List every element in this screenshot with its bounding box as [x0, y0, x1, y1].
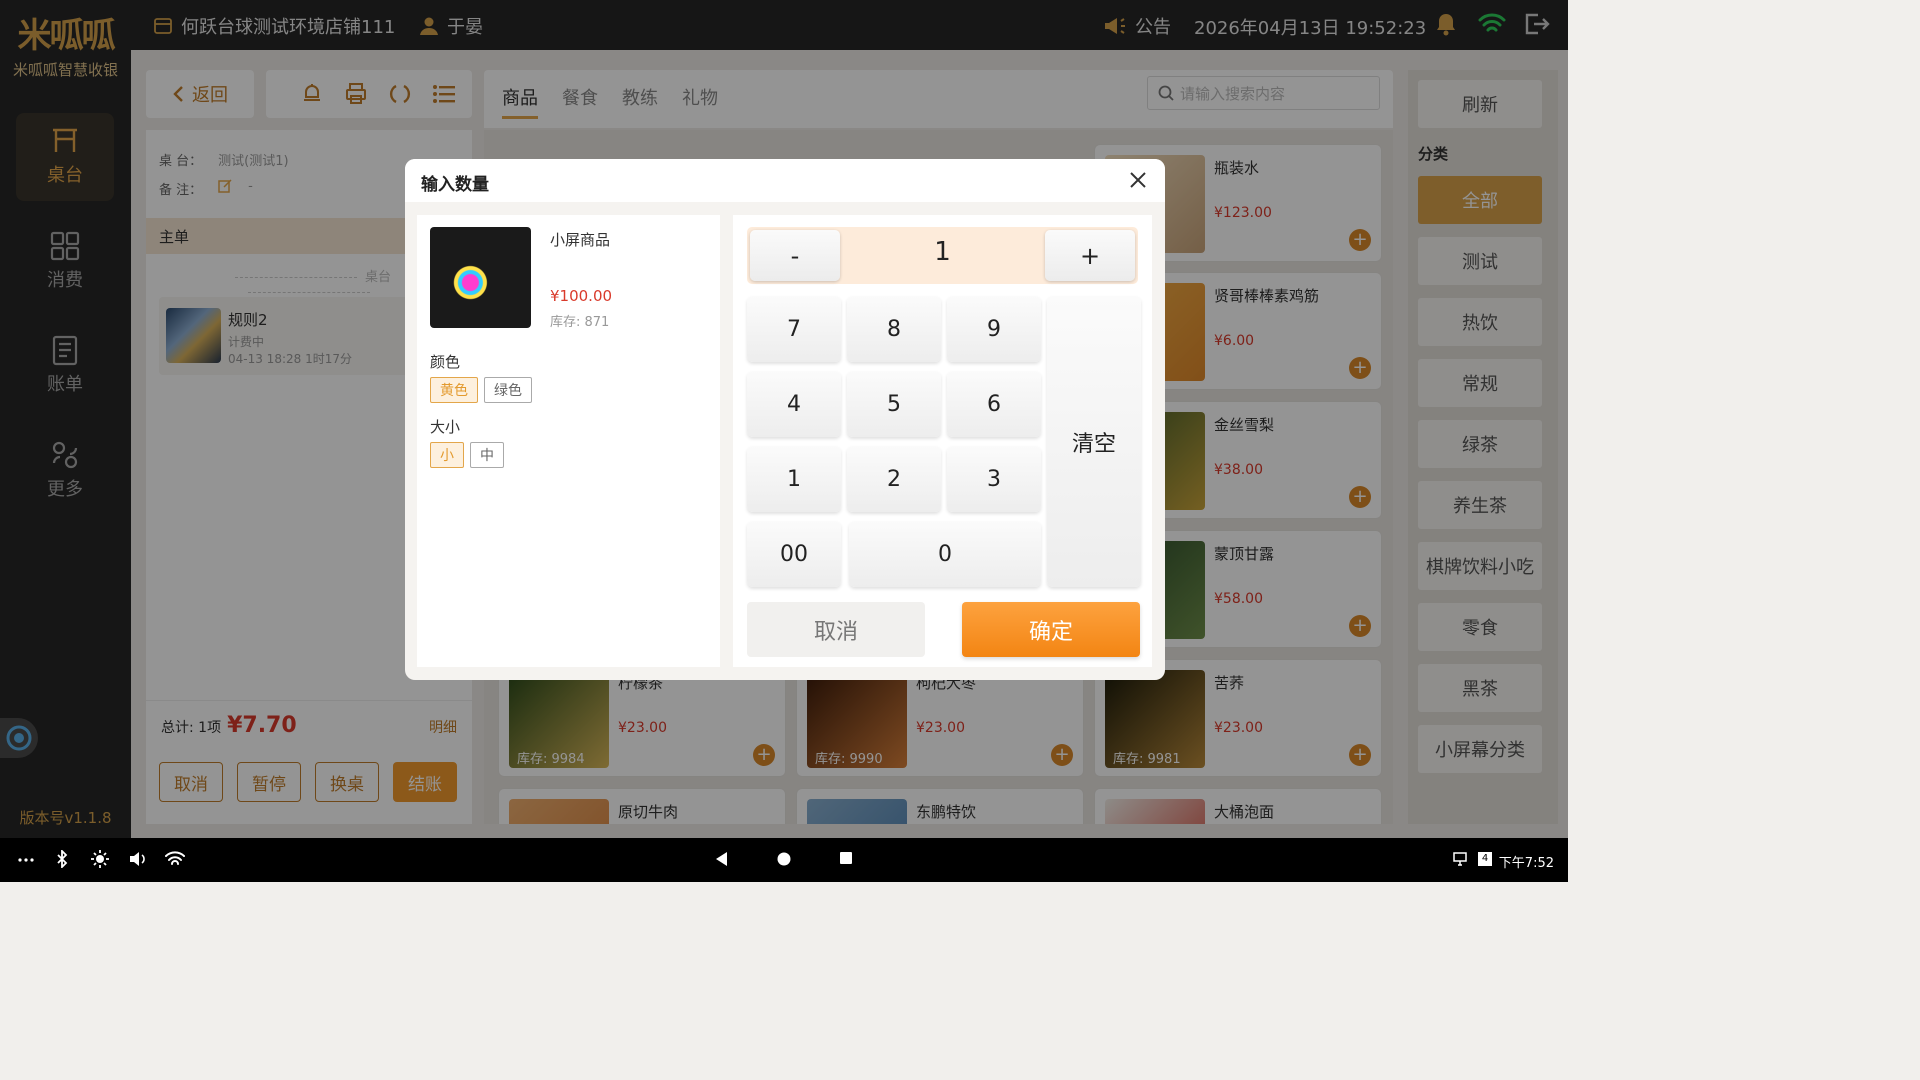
cancel-button[interactable]: 取消 — [747, 602, 925, 657]
screen-icon — [1453, 852, 1467, 866]
product-image — [430, 227, 531, 328]
wifi-status-icon[interactable] — [165, 850, 185, 868]
product-name: 小屏商品 — [550, 231, 611, 249]
key-6[interactable]: 6 — [947, 371, 1041, 437]
more-dots-icon[interactable] — [18, 858, 34, 862]
spec-option-medium[interactable]: 中 — [470, 442, 504, 468]
spec-options-size: 小 中 — [430, 442, 504, 468]
quantity-dialog: 输入数量 小屏商品 ¥100.00 库存: 871 颜色 黄色 绿色 大小 小 … — [405, 159, 1165, 680]
spec-option-green[interactable]: 绿色 — [484, 377, 532, 403]
brightness-icon[interactable] — [91, 850, 109, 868]
spec-option-yellow[interactable]: 黄色 — [430, 377, 478, 403]
spec-label-color: 颜色 — [430, 353, 461, 371]
decrement-button[interactable]: - — [750, 230, 840, 281]
key-00[interactable]: 00 — [747, 521, 841, 587]
dialog-header: 输入数量 — [405, 159, 1165, 202]
bluetooth-icon[interactable] — [56, 850, 68, 868]
product-detail: 小屏商品 ¥100.00 库存: 871 颜色 黄色 绿色 大小 小 中 — [417, 215, 720, 667]
product-price: ¥100.00 — [550, 287, 613, 305]
close-icon[interactable] — [1127, 169, 1149, 191]
spec-label-size: 大小 — [430, 418, 461, 436]
recents-nav-icon[interactable] — [840, 852, 852, 864]
quantity-value[interactable]: 1 — [842, 237, 1043, 267]
confirm-button[interactable]: 确定 — [962, 602, 1140, 657]
key-5[interactable]: 5 — [847, 371, 941, 437]
key-3[interactable]: 3 — [947, 446, 1041, 512]
key-4[interactable]: 4 — [747, 371, 841, 437]
number-pad: - 1 + 7 8 9 4 5 6 1 2 3 00 0 清空 取消 确定 — [733, 215, 1152, 667]
key-7[interactable]: 7 — [747, 296, 841, 362]
spec-option-small[interactable]: 小 — [430, 442, 464, 468]
volume-icon[interactable] — [129, 850, 147, 868]
product-stock: 库存: 871 — [550, 315, 610, 330]
key-1[interactable]: 1 — [747, 446, 841, 512]
key-2[interactable]: 2 — [847, 446, 941, 512]
dialog-title: 输入数量 — [421, 175, 489, 195]
system-nav-bar: 4 下午7:52 — [0, 838, 1568, 882]
increment-button[interactable]: + — [1045, 230, 1135, 281]
quantity-stepper: - 1 + — [747, 227, 1138, 284]
notification-badge: 4 — [1478, 852, 1492, 866]
key-8[interactable]: 8 — [847, 296, 941, 362]
key-0[interactable]: 0 — [849, 521, 1041, 587]
clear-button[interactable]: 清空 — [1047, 296, 1141, 587]
system-time: 下午7:52 — [1498, 856, 1554, 871]
key-9[interactable]: 9 — [947, 296, 1041, 362]
home-nav-icon[interactable] — [777, 852, 791, 866]
spec-options-color: 黄色 绿色 — [430, 377, 532, 403]
back-nav-icon[interactable] — [716, 852, 728, 866]
